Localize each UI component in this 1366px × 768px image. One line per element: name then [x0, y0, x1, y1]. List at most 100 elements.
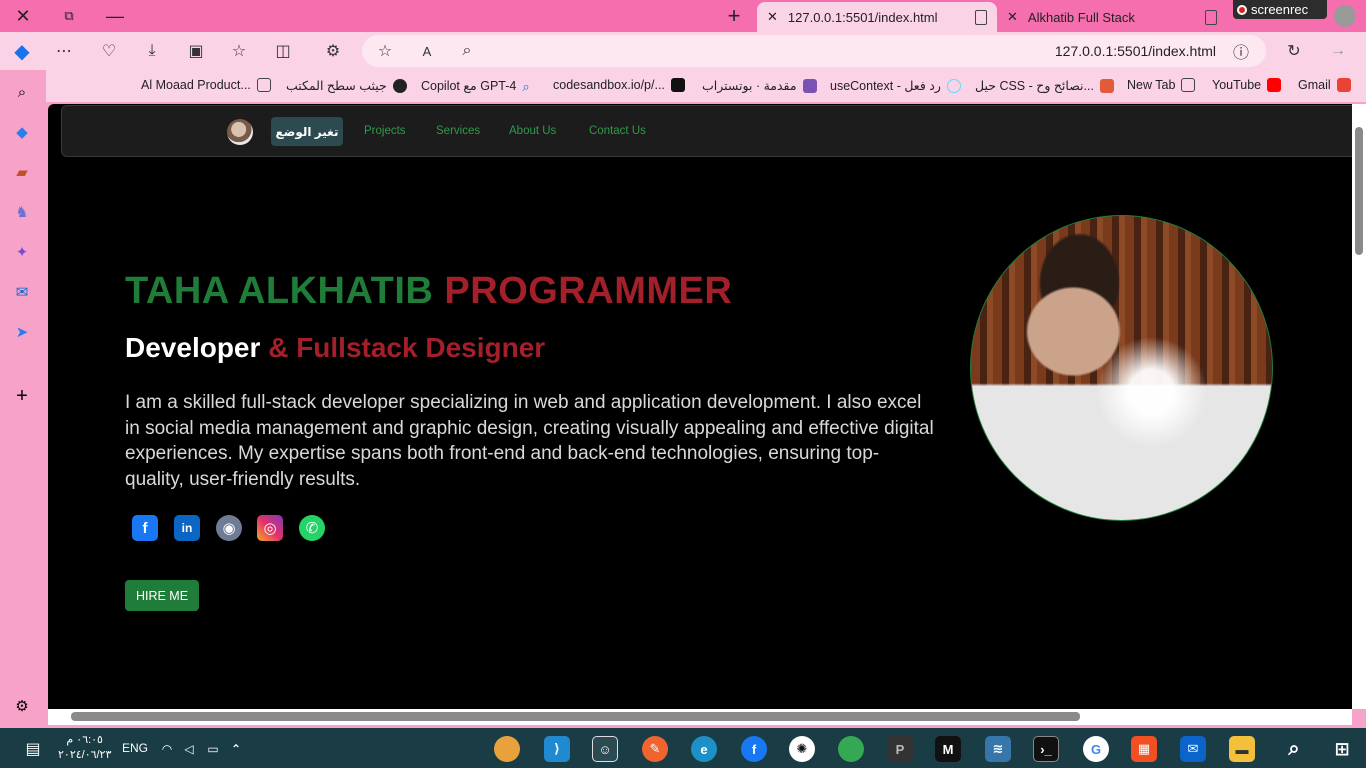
bookmark-label: New Tab	[1127, 78, 1176, 92]
microsoft365-icon[interactable]: ✦	[12, 242, 32, 262]
split-screen-icon[interactable]: ◫	[270, 39, 296, 63]
bookmark-usecontext[interactable]: useContext - رد فعل	[830, 78, 961, 93]
browser-essentials-icon[interactable]: ♡	[96, 39, 122, 63]
send-icon[interactable]: ➤	[12, 322, 32, 342]
nav-avatar[interactable]	[227, 119, 253, 145]
taskbar-mail-icon[interactable]: ✉	[1180, 736, 1206, 762]
minimize-window-icon[interactable]: —	[92, 0, 138, 32]
bookmark-new-tab[interactable]: New Tab	[1127, 78, 1196, 92]
taskbar-file-explorer-icon[interactable]: ▬	[1229, 736, 1255, 762]
close-tab-icon[interactable]: ✕	[1007, 9, 1018, 25]
nav-link-services[interactable]: Services	[436, 125, 480, 137]
copilot-icon[interactable]: ◆	[9, 39, 35, 63]
taskbar-postman-icon[interactable]: ✎	[642, 736, 668, 762]
facebook-icon[interactable]: f	[132, 515, 158, 541]
linkedin-icon[interactable]: in	[174, 515, 200, 541]
taskbar-chrome-dev-icon[interactable]	[494, 736, 520, 762]
bookmark-label: useContext - رد فعل	[830, 79, 941, 93]
page-viewport: تغير الوضع Projects Services About Us Co…	[48, 104, 1352, 709]
page-icon	[975, 9, 987, 25]
bookmarks-bar: Gmail YouTube New Tab حيل CSS - نصائح وح…	[0, 70, 1366, 102]
page-icon	[256, 78, 271, 92]
bookmark-label: Gmail	[1298, 78, 1331, 92]
taskbar-python-icon[interactable]: ≋	[985, 736, 1011, 762]
read-aloud-icon[interactable]: A	[414, 39, 440, 63]
whatsapp-icon[interactable]: ✆	[299, 515, 325, 541]
taskbar-store-icon[interactable]: ▦	[1131, 736, 1157, 762]
bookmark-al-moaad[interactable]: Al Moaad Product...	[141, 78, 271, 92]
downloads-icon[interactable]: ⤓	[139, 39, 165, 63]
start-menu-icon[interactable]: ⊞	[1329, 736, 1355, 762]
bookmark-copilot[interactable]: Copilot مع GPT-4 ⌕	[421, 78, 536, 94]
taskbar-edge-icon[interactable]: e	[691, 736, 717, 762]
games-icon[interactable]: ♞	[12, 202, 32, 222]
taskbar-chrome-icon[interactable]	[838, 736, 864, 762]
search-icon[interactable]: ⌕	[12, 82, 32, 102]
more-menu-icon[interactable]: ⋯	[51, 39, 77, 63]
nav-link-contact[interactable]: Contact Us	[589, 125, 646, 137]
github-icon[interactable]: ◉	[216, 515, 242, 541]
clock[interactable]: ٠٦:٠٥ م ٢٠٢٤/٠٦/٢٣	[58, 733, 111, 763]
new-tab-icon[interactable]: +	[711, 0, 757, 32]
taskbar-terminal-icon[interactable]: ›_	[1033, 736, 1059, 762]
address-bar[interactable]: ☆ A ⌕ 127.0.0.1:5501/index.html ⓘ	[362, 35, 1266, 67]
taskbar-google-icon[interactable]: G	[1083, 736, 1109, 762]
bookmark-youtube[interactable]: YouTube	[1212, 78, 1282, 92]
bookmark-gmail[interactable]: Gmail	[1298, 78, 1351, 92]
theme-toggle-button[interactable]: تغير الوضع	[271, 117, 343, 146]
taskbar-clipchamp-icon[interactable]: ☺	[592, 736, 618, 762]
favorite-star-icon[interactable]: ☆	[372, 39, 398, 63]
edge-sidebar: ⌕ ◆ ▰ ♞ ✦ ✉ ➤ + ⚙	[0, 70, 46, 728]
instagram-icon[interactable]: ◎	[257, 515, 283, 541]
sidebar-settings-icon[interactable]: ⚙	[12, 696, 32, 716]
screenrec-badge[interactable]: screenrec	[1233, 0, 1327, 19]
bookmark-label: Al Moaad Product...	[141, 78, 251, 92]
extensions-icon[interactable]: ⚙	[320, 39, 346, 63]
zoom-search-icon[interactable]: ⌕	[454, 39, 480, 63]
volume-icon[interactable]: ◁	[176, 736, 202, 762]
language-indicator[interactable]: ENG	[122, 741, 148, 755]
close-tab-icon[interactable]: ✕	[767, 9, 778, 25]
notification-icon[interactable]: ▤	[20, 736, 46, 762]
collections-icon[interactable]: ▣	[183, 39, 209, 63]
site-info-icon[interactable]: ⓘ	[1228, 39, 1254, 63]
taskbar-search-icon[interactable]: ⌕	[1281, 736, 1307, 762]
bookmark-label: Copilot مع GPT-4	[421, 79, 517, 93]
windows-taskbar: ▤ ٠٦:٠٥ م ٢٠٢٤/٠٦/٢٣ ENG ◠ ◁ ▭ ⌃ ⟩ ☺ ✎ e…	[0, 728, 1366, 768]
outlook-icon[interactable]: ✉	[12, 282, 32, 302]
nav-link-projects[interactable]: Projects	[364, 125, 406, 137]
shopping-tag-icon[interactable]: ◆	[12, 122, 32, 142]
nav-link-about[interactable]: About Us	[509, 125, 556, 137]
horizontal-scroll-thumb[interactable]	[71, 712, 1080, 721]
bookmark-label: YouTube	[1212, 78, 1262, 92]
tools-briefcase-icon[interactable]: ▰	[12, 162, 32, 182]
taskbar-facebook-icon[interactable]: f	[741, 736, 767, 762]
taskbar-app-m-icon[interactable]: M	[935, 736, 961, 762]
tab-inactive[interactable]: ✕ Alkhatib Full Stack	[997, 2, 1227, 32]
close-window-icon[interactable]: ✕	[0, 0, 46, 32]
tab-active[interactable]: ✕ 127.0.0.1:5501/index.html	[757, 2, 997, 32]
hero-name: TAHA ALKHATIB	[125, 270, 434, 312]
site-navbar: تغير الوضع Projects Services About Us Co…	[61, 105, 1352, 157]
bookmark-css-tips[interactable]: حيل CSS - نصائح وح...	[975, 78, 1114, 93]
hire-me-button[interactable]: HIRE ME	[125, 580, 199, 611]
clock-date: ٢٠٢٤/٠٦/٢٣	[58, 749, 112, 761]
hero-sub-white: Developer	[125, 332, 261, 363]
bookmark-github-desktop[interactable]: جيثب سطح المكتب	[286, 78, 407, 93]
restore-window-icon[interactable]: ⧉	[46, 0, 92, 32]
add-sidebar-app-icon[interactable]: +	[12, 385, 32, 407]
forward-icon[interactable]: →	[1325, 39, 1351, 63]
refresh-icon[interactable]: ↻	[1281, 39, 1307, 63]
bookmark-codesandbox[interactable]: codesandbox.io/p/...	[553, 78, 685, 92]
show-hidden-icons-icon[interactable]: ⌃	[223, 736, 249, 762]
react-icon	[946, 78, 961, 93]
url-text[interactable]: 127.0.0.1:5501/index.html	[1055, 43, 1216, 59]
profile-avatar-icon[interactable]	[1334, 5, 1356, 27]
taskbar-chatgpt-icon[interactable]: ✺	[789, 736, 815, 762]
taskbar-vscode-icon[interactable]: ⟩	[544, 736, 570, 762]
favorites-icon[interactable]: ☆	[226, 39, 252, 63]
page-icon	[1205, 9, 1217, 25]
bookmark-bootstrap[interactable]: مقدمة · بوتستراب	[702, 78, 817, 93]
vertical-scroll-thumb[interactable]	[1355, 127, 1363, 255]
taskbar-app-p-icon[interactable]: P	[887, 736, 913, 762]
